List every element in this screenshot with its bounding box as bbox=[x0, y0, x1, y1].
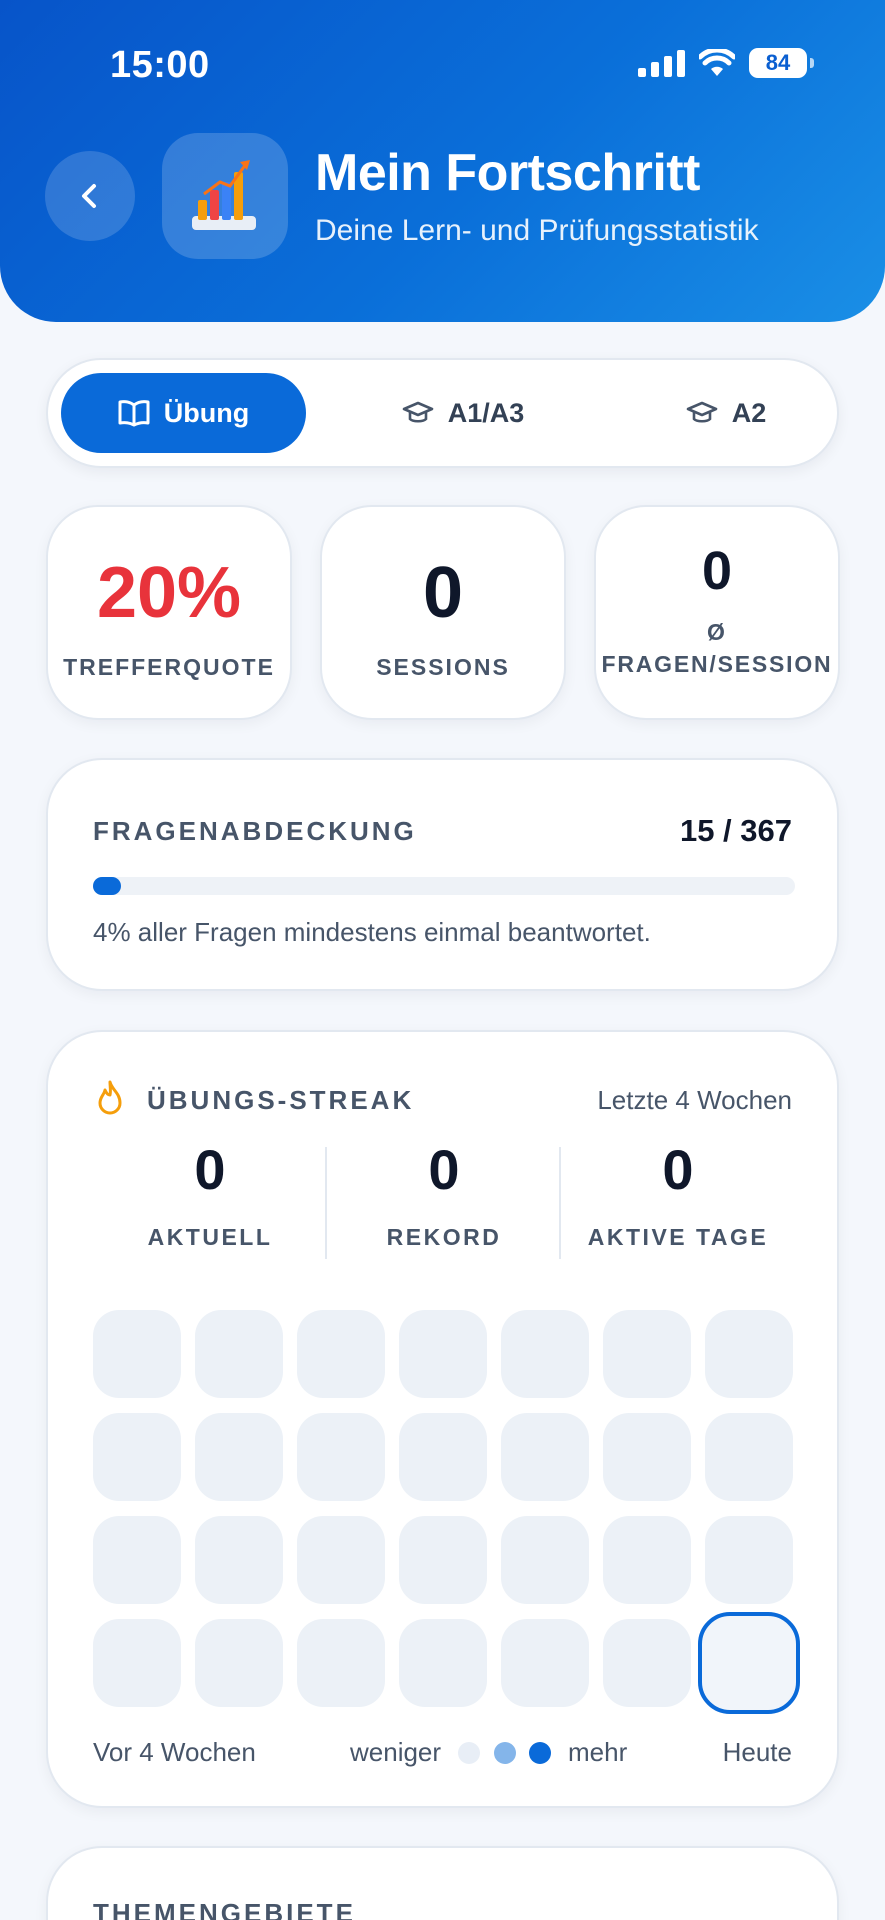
page-title: Mein Fortschritt bbox=[315, 144, 700, 202]
streak-active-days: 0 AKTIVE TAGE bbox=[561, 1142, 795, 1251]
topics-label: THEMENGEBIETE bbox=[93, 1898, 356, 1920]
app-icon bbox=[162, 133, 288, 259]
calendar-day bbox=[195, 1619, 283, 1707]
wifi-icon bbox=[699, 49, 735, 76]
calendar-day bbox=[297, 1413, 385, 1501]
calendar-day bbox=[93, 1413, 181, 1501]
status-bar: 15:00 84 bbox=[0, 0, 885, 130]
graduation-cap-icon bbox=[686, 401, 718, 423]
calendar-day bbox=[705, 1516, 793, 1604]
book-icon bbox=[118, 400, 150, 427]
calendar-day bbox=[399, 1310, 487, 1398]
stat-card-sessions: 0 SESSIONS bbox=[320, 505, 566, 720]
topics-card: THEMENGEBIETE bbox=[46, 1846, 839, 1920]
calendar-day bbox=[195, 1516, 283, 1604]
streak-active-days-label: AKTIVE TAGE bbox=[587, 1224, 769, 1250]
streak-current: 0 AKTUELL bbox=[93, 1142, 327, 1251]
coverage-count: 15 / 367 bbox=[679, 813, 792, 848]
calendar-day bbox=[297, 1619, 385, 1707]
streak-current-label: AKTUELL bbox=[147, 1224, 273, 1250]
status-time: 15:00 bbox=[110, 44, 210, 86]
tab-a2[interactable]: A2 bbox=[651, 373, 801, 453]
streak-legend: weniger mehr bbox=[350, 1737, 627, 1768]
calendar-day bbox=[195, 1413, 283, 1501]
calendar-day bbox=[93, 1310, 181, 1398]
coverage-label: FRAGENABDECKUNG bbox=[93, 816, 417, 846]
calendar-day bbox=[501, 1413, 589, 1501]
legend-less: weniger bbox=[350, 1737, 442, 1767]
streak-calendar-grid bbox=[93, 1310, 800, 1714]
streak-active-days-value: 0 bbox=[662, 1138, 694, 1201]
calendar-day bbox=[705, 1413, 793, 1501]
coverage-progress-fill bbox=[93, 877, 122, 895]
calendar-day-today bbox=[698, 1612, 800, 1714]
coverage-progress-bar bbox=[93, 877, 795, 895]
back-button[interactable] bbox=[45, 151, 135, 241]
calendar-day bbox=[603, 1413, 691, 1501]
cellular-signal-icon bbox=[638, 49, 685, 77]
mode-tabs: Übung A1/A3 A2 bbox=[46, 358, 839, 468]
legend-end: Heute bbox=[722, 1737, 792, 1767]
streak-record-value: 0 bbox=[428, 1138, 460, 1201]
streak-card: ÜBUNGS-STREAK Letzte 4 Wochen 0 AKTUELL … bbox=[46, 1030, 839, 1808]
stat-value: 0 bbox=[422, 553, 464, 633]
coverage-note: 4% aller Fragen mindestens einmal beantw… bbox=[93, 917, 651, 947]
page-subtitle: Deine Lern- und Prüfungsstatistik bbox=[315, 214, 759, 247]
legend-dot-many bbox=[528, 1742, 551, 1764]
legend-dot-none bbox=[458, 1742, 481, 1764]
calendar-day bbox=[501, 1516, 589, 1604]
graduation-cap-icon bbox=[402, 401, 434, 423]
streak-current-value: 0 bbox=[194, 1138, 226, 1201]
stat-value: 20% bbox=[96, 553, 242, 633]
calendar-day bbox=[501, 1310, 589, 1398]
calendar-day bbox=[399, 1619, 487, 1707]
legend-start: Vor 4 Wochen bbox=[93, 1737, 256, 1767]
streak-label: ÜBUNGS-STREAK bbox=[147, 1085, 415, 1115]
stat-card-fragen-per-session: 0 Ø FRAGEN/SESSION bbox=[594, 505, 840, 720]
calendar-day bbox=[93, 1619, 181, 1707]
tab-a1-a3[interactable]: A1/A3 bbox=[363, 373, 563, 453]
coverage-card: FRAGENABDECKUNG 15 / 367 4% aller Fragen… bbox=[46, 758, 839, 991]
legend-more: mehr bbox=[568, 1737, 628, 1767]
battery-indicator: 84 bbox=[749, 48, 814, 78]
calendar-day bbox=[195, 1310, 283, 1398]
calendar-day bbox=[399, 1516, 487, 1604]
stat-value: 0 bbox=[701, 541, 733, 601]
calendar-day bbox=[501, 1619, 589, 1707]
calendar-day bbox=[93, 1516, 181, 1604]
calendar-day bbox=[603, 1310, 691, 1398]
tab-label: Übung bbox=[163, 397, 250, 428]
chevron-left-icon bbox=[82, 184, 96, 208]
calendar-day bbox=[603, 1619, 691, 1707]
tab-label: A2 bbox=[731, 397, 767, 428]
tab-label: A1/A3 bbox=[447, 397, 525, 428]
stat-label: FRAGEN/SESSION bbox=[601, 651, 833, 678]
streak-record-label: REKORD bbox=[386, 1224, 502, 1250]
flame-icon bbox=[98, 1080, 122, 1115]
bar-chart-icon bbox=[192, 160, 256, 230]
stat-card-trefferquote: 20% TREFFERQUOTE bbox=[46, 505, 292, 720]
stat-label: SESSIONS bbox=[376, 654, 510, 680]
calendar-day bbox=[399, 1413, 487, 1501]
streak-record: 0 REKORD bbox=[327, 1142, 561, 1251]
streak-period: Letzte 4 Wochen bbox=[597, 1085, 792, 1115]
stat-label-symbol: Ø bbox=[707, 619, 727, 645]
stat-label: TREFFERQUOTE bbox=[63, 654, 275, 680]
calendar-day bbox=[603, 1516, 691, 1604]
calendar-day bbox=[297, 1516, 385, 1604]
legend-dot-some bbox=[493, 1742, 516, 1764]
tab-uebung[interactable]: Übung bbox=[61, 373, 306, 453]
status-icons: 84 bbox=[638, 48, 814, 78]
calendar-day bbox=[705, 1310, 793, 1398]
calendar-day bbox=[297, 1310, 385, 1398]
page-header: 15:00 84 Mein Fortschritt Deine Lern- un… bbox=[0, 0, 885, 322]
